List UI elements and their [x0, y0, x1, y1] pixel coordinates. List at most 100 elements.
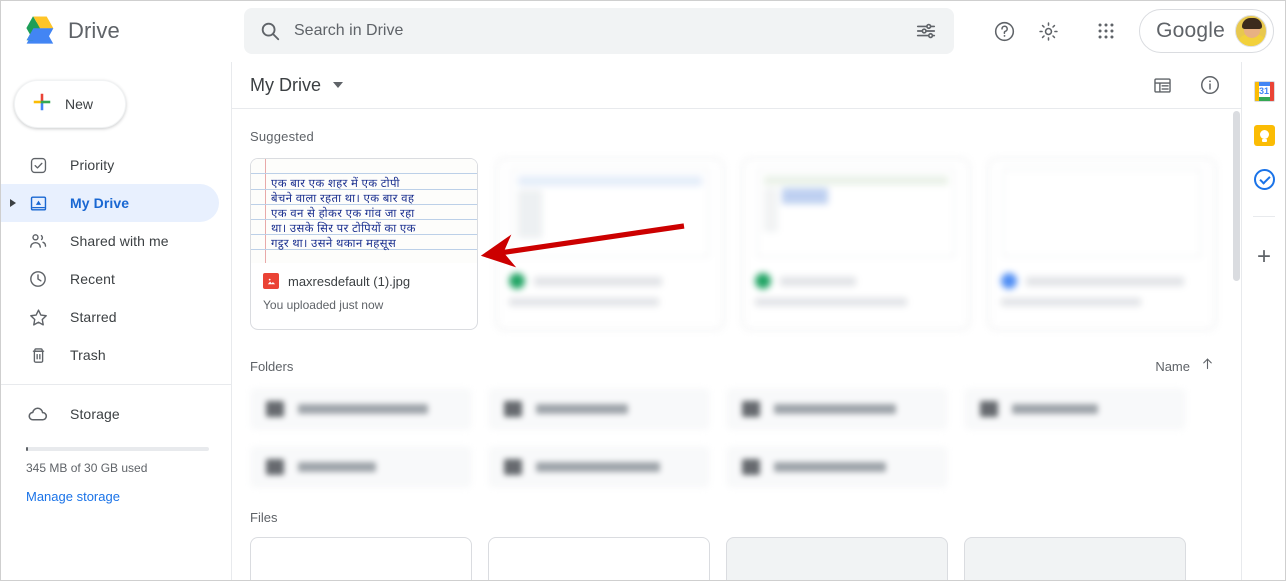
- sort-control[interactable]: Name: [1155, 356, 1215, 376]
- google-calendar-icon[interactable]: 31: [1253, 80, 1275, 102]
- folders-section-title: Folders: [250, 358, 294, 374]
- plus-icon: [31, 91, 53, 118]
- sort-label: Name: [1155, 358, 1190, 374]
- folder-name: [1012, 404, 1098, 414]
- folder-icon: [266, 401, 284, 417]
- gear-icon[interactable]: [1027, 10, 1069, 52]
- file-item[interactable]: [250, 537, 472, 581]
- folder-item[interactable]: [726, 446, 948, 488]
- folder-item[interactable]: [250, 446, 472, 488]
- clock-icon: [26, 267, 50, 291]
- sidebar-item-label: Trash: [70, 347, 106, 363]
- brand-name: Drive: [68, 18, 120, 43]
- info-circle-icon[interactable]: [1189, 64, 1231, 106]
- file-meta: [497, 263, 723, 306]
- plus-icon[interactable]: +: [1257, 245, 1271, 269]
- storage-used-text: 345 MB of 30 GB used: [26, 461, 148, 475]
- google-account-chip[interactable]: Google: [1139, 9, 1274, 53]
- star-icon: [26, 305, 50, 329]
- apps-grid-icon[interactable]: [1085, 10, 1127, 52]
- file-meta: maxresdefault (1).jpg You uploaded just …: [251, 263, 477, 312]
- file-name: [1026, 276, 1184, 286]
- folder-icon: [504, 401, 522, 417]
- google-tasks-icon[interactable]: [1253, 168, 1275, 190]
- avatar[interactable]: [1235, 15, 1267, 47]
- suggested-card[interactable]: [988, 158, 1216, 330]
- search-input[interactable]: [282, 21, 906, 41]
- search-icon: [258, 19, 282, 43]
- suggested-card[interactable]: [742, 158, 970, 330]
- sidebar-item-recent[interactable]: Recent: [0, 260, 219, 298]
- files-section-title: Files: [250, 510, 278, 525]
- handwritten-note-image: एक बार एक शहर में एक टोपी बेचने वाला रहत…: [251, 159, 477, 263]
- topbar-actions: Google: [983, 9, 1286, 53]
- file-name: [780, 276, 856, 286]
- sheet-file-icon: [755, 273, 771, 289]
- doc-file-icon: [1001, 273, 1017, 289]
- sidebar-item-starred[interactable]: Starred: [0, 298, 219, 336]
- file-subtitle: [1001, 298, 1141, 306]
- note-line: एक वन से होकर एक गांव जा रहा: [271, 208, 415, 220]
- folder-icon: [266, 459, 284, 475]
- file-item[interactable]: [488, 537, 710, 581]
- breadcrumb[interactable]: My Drive: [250, 75, 321, 96]
- new-button[interactable]: New: [14, 80, 126, 128]
- list-view-icon[interactable]: [1141, 64, 1183, 106]
- note-line: बेचने वाला रहता था। एक बार वह: [271, 193, 415, 205]
- folder-item[interactable]: [488, 388, 710, 430]
- suggested-card[interactable]: एक बार एक शहर में एक टोपी बेचने वाला रहत…: [250, 158, 478, 330]
- file-item[interactable]: [726, 537, 948, 581]
- sheet-file-icon: [509, 273, 525, 289]
- manage-storage-link[interactable]: Manage storage: [26, 489, 231, 504]
- content-scroll-area[interactable]: Suggested एक बार एक शहर में एक टोपी बेचन…: [232, 109, 1241, 581]
- folder-name: [774, 462, 886, 472]
- sidebar-nav: Priority My Drive Shared with me Recent …: [0, 146, 231, 504]
- sidebar-item-my-drive[interactable]: My Drive: [0, 184, 219, 222]
- brand[interactable]: Drive: [0, 13, 244, 49]
- content-header: My Drive: [232, 62, 1241, 109]
- sidebar-item-storage[interactable]: Storage: [0, 395, 219, 433]
- file-grid: [232, 525, 1241, 581]
- folder-icon: [504, 459, 522, 475]
- folder-item[interactable]: [488, 446, 710, 488]
- top-app-bar: Drive Search in Drive Google: [0, 0, 1286, 62]
- sidebar-item-trash[interactable]: Trash: [0, 336, 219, 374]
- expand-caret-icon[interactable]: [10, 199, 16, 207]
- file-subtitle: [509, 298, 659, 306]
- folder-name: [298, 404, 428, 414]
- arrow-up-icon[interactable]: [1200, 356, 1215, 376]
- content-header-actions: [1141, 64, 1231, 106]
- new-button-label: New: [65, 96, 94, 112]
- help-circle-icon[interactable]: [983, 10, 1025, 52]
- suggested-card-row: एक बार एक शहर में एक टोपी बेचने वाला रहत…: [232, 144, 1241, 330]
- file-item[interactable]: [964, 537, 1186, 581]
- folder-item[interactable]: [726, 388, 948, 430]
- tune-filter-icon[interactable]: [906, 11, 946, 51]
- file-thumbnail: [497, 159, 723, 263]
- folder-item[interactable]: [250, 388, 472, 430]
- side-app-rail: 31 +: [1241, 62, 1286, 581]
- folder-icon: [980, 401, 998, 417]
- google-keep-icon[interactable]: [1253, 124, 1275, 146]
- vertical-scrollbar[interactable]: [1232, 109, 1241, 581]
- sidebar-item-label: Priority: [70, 157, 115, 173]
- sidebar-divider: [0, 384, 231, 385]
- folder-icon: [742, 401, 760, 417]
- file-meta: [743, 263, 969, 306]
- sidebar-item-label: Recent: [70, 271, 115, 287]
- sidebar-item-shared-with-me[interactable]: Shared with me: [0, 222, 219, 260]
- storage-progress-bar: [26, 447, 209, 451]
- scrollbar-thumb[interactable]: [1233, 111, 1240, 281]
- folders-header: Folders Name: [232, 330, 1241, 376]
- image-file-icon: [263, 273, 279, 289]
- search-bar[interactable]: [244, 8, 954, 54]
- note-line: गट्ठर था। उसने थकान महसूस: [271, 238, 397, 250]
- storage-progress-fill: [26, 447, 28, 451]
- sidebar-item-priority[interactable]: Priority: [0, 146, 219, 184]
- suggested-card[interactable]: [496, 158, 724, 330]
- chevron-down-icon[interactable]: [333, 82, 343, 88]
- file-thumbnail: [743, 159, 969, 263]
- cloud-icon: [26, 402, 50, 426]
- sidebar-item-label: Storage: [70, 406, 120, 422]
- folder-item[interactable]: [964, 388, 1186, 430]
